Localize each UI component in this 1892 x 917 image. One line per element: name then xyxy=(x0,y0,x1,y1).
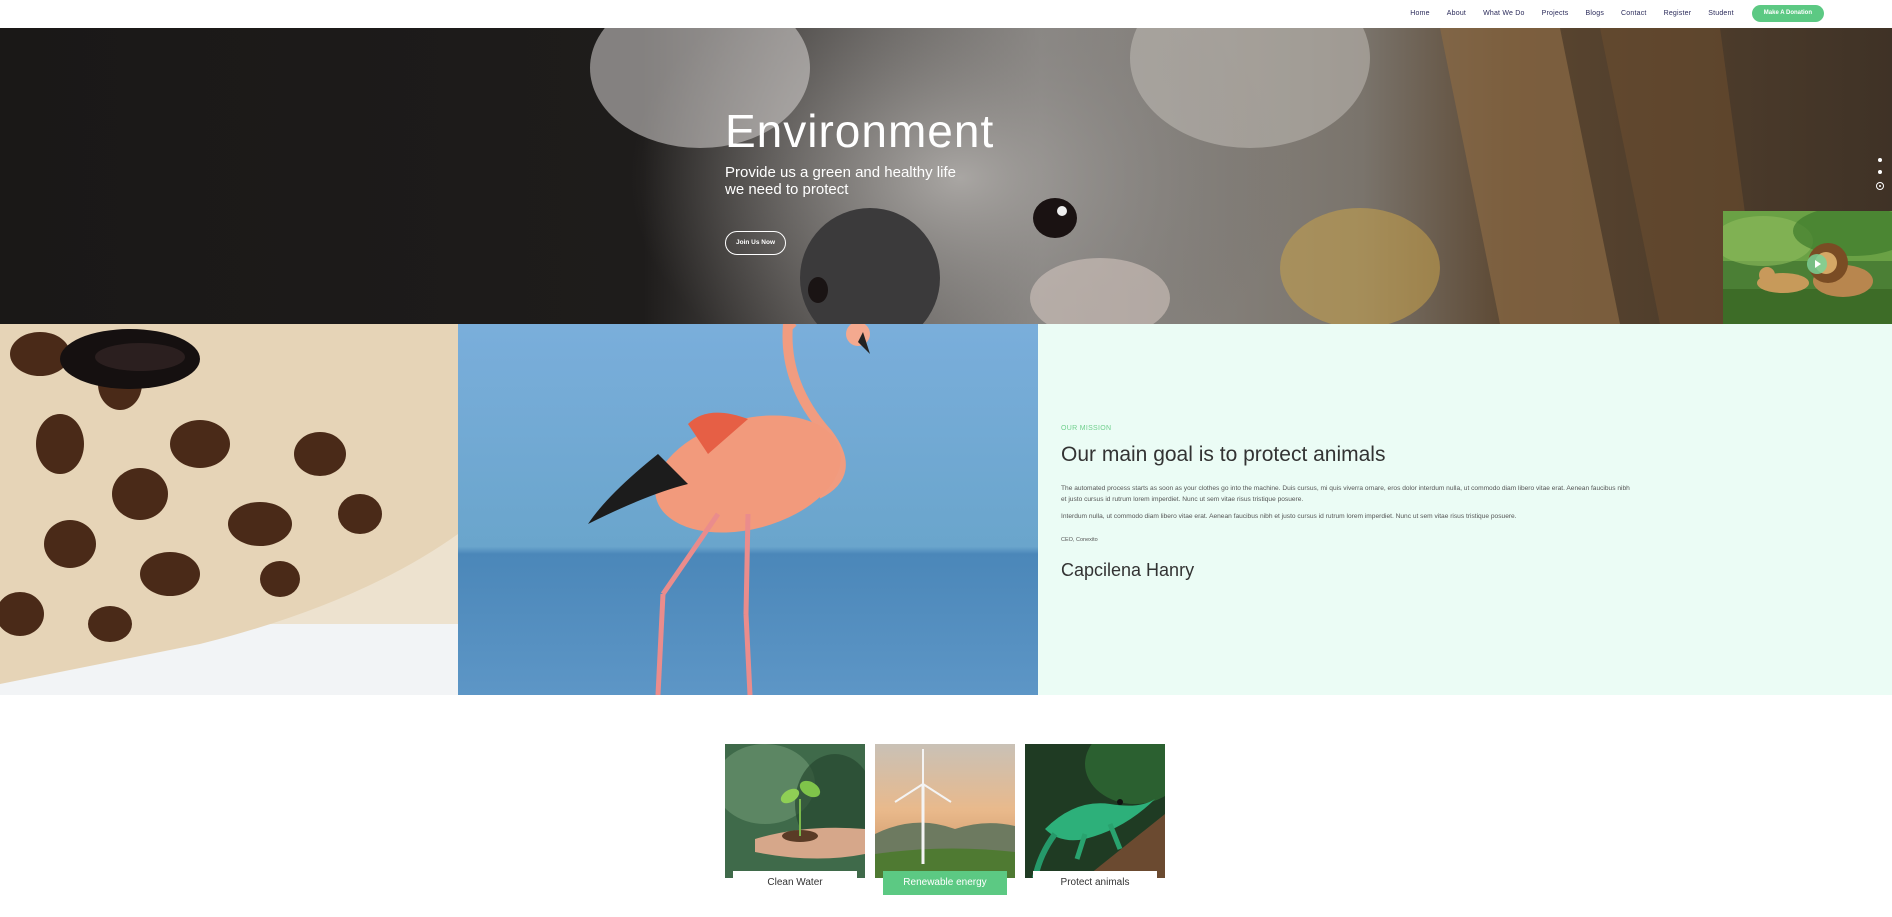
slide-dot-2[interactable] xyxy=(1878,170,1882,174)
play-icon[interactable] xyxy=(1807,254,1827,274)
flamingo-image xyxy=(458,324,1038,695)
slider-pagination xyxy=(1874,158,1886,198)
mission-eyebrow: OUR MISSION xyxy=(1061,425,1112,432)
mission-paragraph-2: Interdum nulla, ut commodo diam libero v… xyxy=(1061,513,1517,520)
card-label-clean-water[interactable]: Clean Water xyxy=(733,871,857,895)
mission-title: Our main goal is to protect animals xyxy=(1061,443,1386,466)
main-nav: Home About What We Do Projects Blogs Con… xyxy=(1393,0,1824,26)
card-protect-animals[interactable]: Protect animals xyxy=(1025,744,1165,895)
seedling-in-hand-image xyxy=(725,744,865,878)
top-navbar: Home About What We Do Projects Blogs Con… xyxy=(0,0,1892,28)
author-role: CEO, Conexito xyxy=(1061,537,1098,543)
nav-projects[interactable]: Projects xyxy=(1542,10,1569,17)
nav-student[interactable]: Student xyxy=(1708,10,1734,17)
card-clean-water[interactable]: Clean Water xyxy=(725,744,865,895)
hero-content: Environment Provide us a green and healt… xyxy=(725,104,994,255)
nav-home[interactable]: Home xyxy=(1410,10,1429,17)
author-name: Capcilena Hanry xyxy=(1061,560,1195,580)
mission-paragraph-1: The automated process starts as soon as … xyxy=(1061,485,1630,503)
join-us-button[interactable]: Join Us Now xyxy=(725,231,787,255)
slide-dot-3-active[interactable] xyxy=(1876,182,1884,190)
nav-blogs[interactable]: Blogs xyxy=(1586,10,1605,17)
nav-about[interactable]: About xyxy=(1447,10,1466,17)
hero-title: Environment xyxy=(725,105,995,157)
hero-subtitle: Provide us a green and healthy life we n… xyxy=(725,164,985,198)
card-label-protect-animals[interactable]: Protect animals xyxy=(1033,871,1157,895)
nav-register[interactable]: Register xyxy=(1664,10,1692,17)
mission-section: OUR MISSION Our main goal is to protect … xyxy=(1038,324,1892,695)
slide-dot-1[interactable] xyxy=(1878,158,1882,162)
make-donation-button[interactable]: Make A Donation xyxy=(1751,4,1824,22)
hero-subtitle-line1: Provide us a green and healthy life xyxy=(725,164,956,181)
card-renewable-energy[interactable]: Renewable energy xyxy=(875,744,1015,895)
lizard-image xyxy=(1025,744,1165,878)
giraffe-image xyxy=(0,324,458,695)
hero-subtitle-line2: we need to protect xyxy=(725,181,849,198)
wind-turbine-image xyxy=(875,744,1015,878)
nav-what-we-do[interactable]: What We Do xyxy=(1483,10,1525,17)
card-label-renewable-energy[interactable]: Renewable energy xyxy=(883,871,1007,895)
nav-contact[interactable]: Contact xyxy=(1621,10,1647,17)
hero-slider: Environment Provide us a green and healt… xyxy=(0,28,1892,324)
